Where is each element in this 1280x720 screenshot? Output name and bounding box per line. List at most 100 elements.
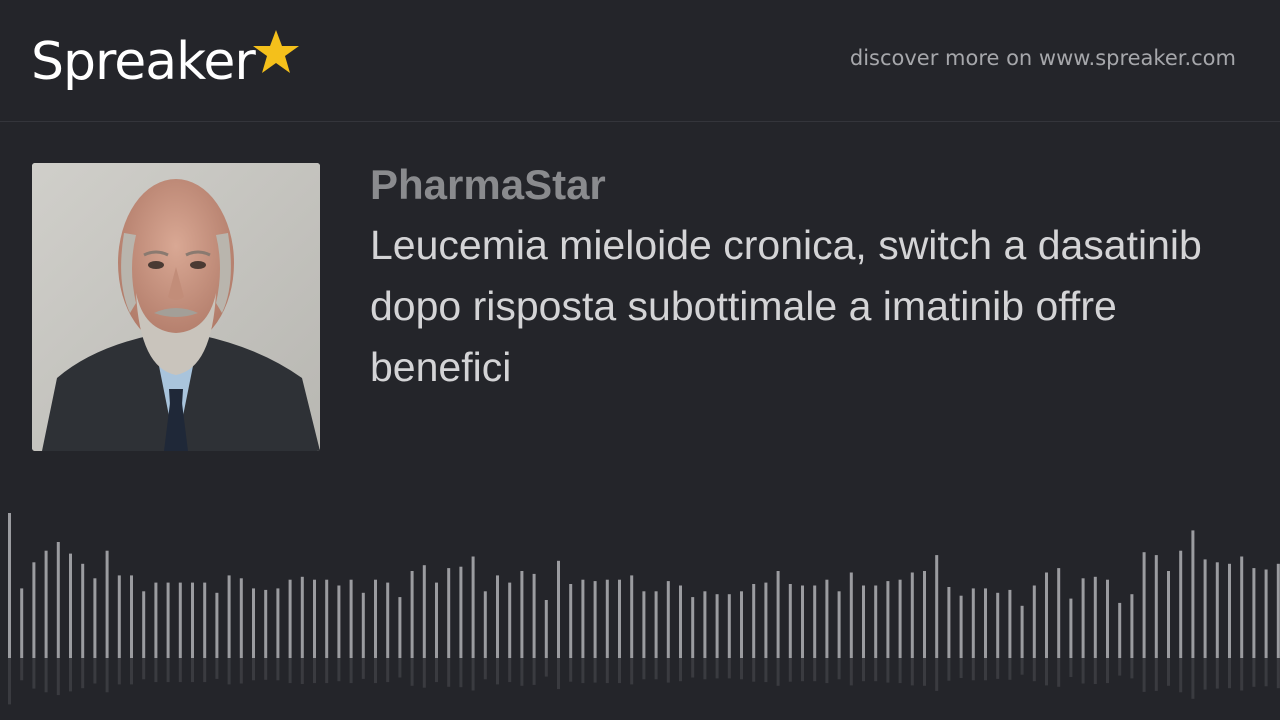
waveform-bar (166, 582, 170, 658)
waveform-bar (1276, 563, 1280, 659)
waveform-bar-reflection (337, 658, 341, 682)
waveform-bar (203, 582, 207, 658)
waveform-bar-reflection (142, 658, 146, 680)
waveform-bar-reflection (825, 658, 829, 684)
waveform-bar-reflection (1081, 658, 1085, 684)
waveform-bar (215, 592, 219, 659)
waveform-bar-reflection (300, 658, 304, 684)
waveform-bar-reflection (203, 658, 207, 683)
waveform-bar (410, 571, 414, 658)
waveform-bar (544, 600, 548, 658)
waveform-bar-reflection (532, 658, 536, 685)
waveform-bar-reflection (984, 658, 987, 681)
waveform-bar-reflection (1154, 658, 1158, 691)
waveform-bar (959, 595, 963, 659)
waveform-bar-reflection (410, 658, 414, 686)
show-name[interactable]: PharmaStar (370, 160, 606, 210)
waveform-bar-reflection (776, 658, 780, 686)
waveform-bar (849, 572, 853, 658)
discover-more-link[interactable]: discover more on www.spreaker.com (850, 46, 1236, 70)
waveform-bar-reflection (349, 658, 353, 684)
waveform-bar (32, 562, 36, 658)
waveform-bar (776, 571, 780, 658)
waveform-bar (1215, 562, 1219, 658)
waveform-bar-reflection (117, 658, 121, 685)
waveform-bar-reflection (483, 658, 487, 680)
waveform-bar (825, 579, 829, 658)
waveform-bar-reflection (154, 658, 158, 683)
waveform-bar (508, 582, 512, 658)
episode-cover-image (32, 163, 320, 451)
waveform-bar (93, 578, 97, 659)
waveform-bar (422, 565, 426, 658)
waveform-bar-reflection (1142, 658, 1146, 692)
waveform-bar-reflection (740, 658, 743, 680)
waveform-bar-reflection (849, 658, 853, 686)
waveform-bar-reflection (1252, 658, 1256, 687)
waveform-bar (886, 581, 890, 658)
waveform-bar (618, 579, 621, 658)
waveform-bar (947, 587, 951, 658)
waveform-bar-reflection (910, 658, 914, 686)
waveform-bar (605, 579, 609, 658)
waveform-bar (276, 588, 280, 658)
waveform-bar-reflection (923, 658, 926, 686)
waveform-bar-reflection (447, 658, 451, 687)
waveform-bar (1228, 563, 1231, 659)
waveform-bar (971, 588, 975, 658)
waveform-bar (1191, 530, 1195, 658)
waveform-bar (20, 588, 24, 658)
waveform-bar-reflection (1264, 658, 1268, 687)
waveform-bar (459, 566, 463, 658)
waveform-bar (227, 575, 231, 658)
waveform-bar (923, 571, 926, 658)
waveform-bar (239, 578, 243, 659)
waveform-bar (581, 579, 585, 658)
waveform-bar-reflection (666, 658, 670, 683)
waveform-bar (557, 560, 560, 658)
spreaker-logo[interactable]: Spreaker (31, 22, 301, 102)
waveform-bar (105, 550, 109, 658)
waveform-bar (715, 594, 719, 658)
waveform-bar (447, 568, 451, 658)
waveform-bar (654, 591, 658, 658)
waveform-bar (349, 579, 353, 658)
waveform-bar (1142, 552, 1146, 658)
waveform-bar (44, 550, 48, 658)
waveform-bar (142, 591, 146, 658)
waveform-bar-reflection (239, 658, 243, 684)
waveform-bar (752, 584, 756, 658)
waveform-bar (191, 582, 194, 658)
waveform-bar-reflection (1130, 658, 1134, 679)
waveform-bar-reflection (422, 658, 426, 688)
waveform-bar-reflection (56, 658, 60, 696)
waveform-bar-reflection (1167, 658, 1170, 686)
waveform-bar (788, 584, 792, 658)
waveform-bar (361, 592, 365, 659)
waveform-bar (1032, 585, 1036, 658)
waveform-bar (1264, 569, 1268, 658)
waveform-bar-reflection (325, 658, 329, 684)
waveform-bar-reflection (569, 658, 573, 682)
waveform-bar-reflection (959, 658, 963, 678)
waveform-bar (483, 591, 487, 658)
waveform-bar (532, 573, 536, 658)
waveform-bar-reflection (544, 658, 548, 677)
waveform-bar (837, 591, 841, 658)
waveform-bar-reflection (471, 658, 475, 691)
waveform-bar (898, 579, 902, 658)
waveform-bar-reflection (32, 658, 36, 689)
waveform-bar-reflection (1118, 658, 1122, 676)
waveform-bar (1045, 572, 1048, 658)
waveform-bar-reflection (727, 658, 731, 679)
waveform-bar-reflection (386, 658, 390, 683)
waveform-bar-reflection (1032, 658, 1036, 682)
waveform-bar (264, 589, 268, 658)
waveform-bar-reflection (178, 658, 182, 683)
audio-waveform[interactable] (0, 500, 1280, 720)
waveform-bar-reflection (691, 658, 695, 678)
waveform-bar (874, 585, 878, 658)
waveform-bar (374, 579, 377, 658)
waveform-bar (935, 555, 939, 658)
waveform-bar (862, 585, 865, 658)
